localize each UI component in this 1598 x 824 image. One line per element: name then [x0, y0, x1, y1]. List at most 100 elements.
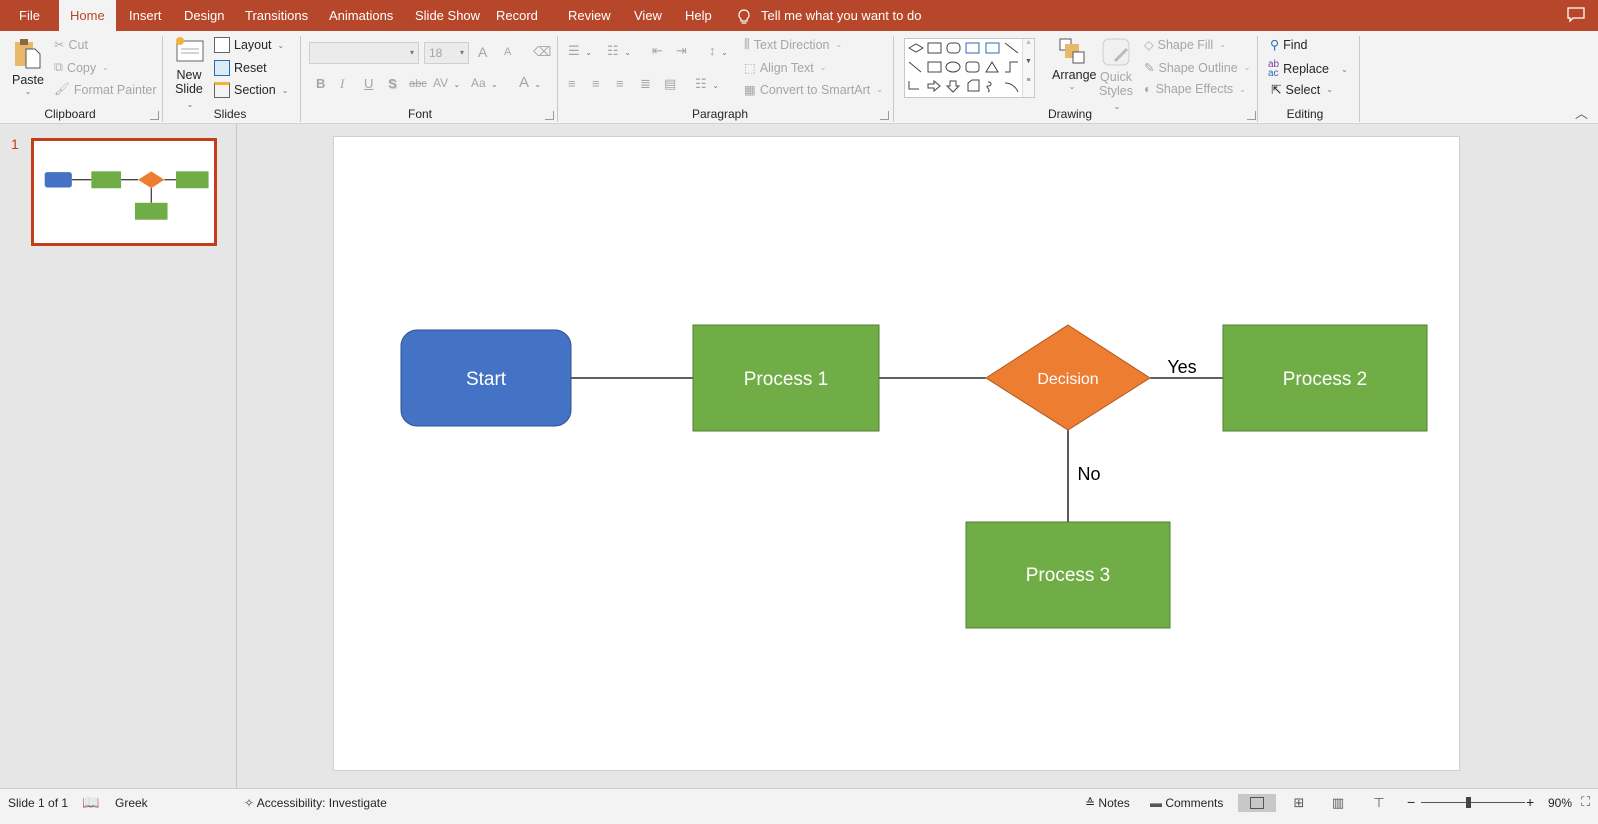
- arrange-button[interactable]: Arrange ⌄: [1052, 37, 1096, 91]
- cut-button[interactable]: ✂ Cut: [54, 37, 88, 53]
- font-size-dropdown[interactable]: 18 ▾: [424, 42, 469, 64]
- paste-button[interactable]: Paste ⌄: [12, 37, 44, 99]
- slide-thumbnail[interactable]: [31, 138, 217, 246]
- fit-to-window-icon[interactable]: ⛶: [1581, 794, 1590, 810]
- strikethrough-button[interactable]: abc: [409, 78, 427, 90]
- collapse-ribbon-icon[interactable]: ︿: [1575, 103, 1588, 122]
- shape-effects-button[interactable]: ◐ Shape Effects ⌄: [1144, 82, 1246, 96]
- distributed-button[interactable]: ▤: [664, 76, 676, 92]
- process1-shape[interactable]: Process 1: [692, 324, 880, 432]
- slide-show-button[interactable]: ⊤: [1360, 794, 1398, 812]
- tab-help[interactable]: Help: [674, 0, 723, 31]
- align-center-button[interactable]: ≡: [592, 76, 600, 91]
- increase-font-size-button[interactable]: A: [478, 44, 487, 60]
- decrease-indent-button[interactable]: ⇤: [652, 43, 663, 59]
- new-slide-icon: [176, 37, 204, 62]
- slide-show-icon: ⊤: [1373, 795, 1385, 810]
- align-left-button[interactable]: ≡: [568, 76, 576, 91]
- section-icon: [214, 82, 230, 98]
- columns-button[interactable]: ☷ ⌄: [695, 76, 719, 92]
- zoom-in-button[interactable]: +: [1526, 794, 1534, 810]
- format-painter-label: Format Painter: [73, 82, 157, 97]
- shapes-gallery[interactable]: ▲ ▼ ≡: [904, 38, 1035, 98]
- tell-me-search[interactable]: Tell me what you want to do: [737, 0, 921, 31]
- section-button[interactable]: Section ⌄: [214, 82, 288, 98]
- tab-animations[interactable]: Animations: [318, 0, 404, 31]
- change-case-button[interactable]: Aa ⌄: [471, 76, 498, 90]
- tab-slide-show[interactable]: Slide Show: [404, 0, 491, 31]
- language-indicator[interactable]: Greek: [115, 796, 148, 810]
- tab-insert[interactable]: Insert: [118, 0, 173, 31]
- text-direction-button[interactable]: ⫼ Text Direction ⌄: [744, 37, 842, 52]
- zoom-slider-thumb[interactable]: [1465, 797, 1471, 808]
- align-right-button[interactable]: ≡: [616, 76, 624, 91]
- select-button[interactable]: ⇱ Select ⌄: [1271, 82, 1333, 98]
- shape-outline-button[interactable]: ✎ Shape Outline ⌄: [1144, 60, 1250, 76]
- font-color-button[interactable]: A ⌄: [519, 74, 541, 91]
- accessibility-button[interactable]: ✧ Accessibility: Investigate: [244, 796, 387, 810]
- align-text-icon: ⬚: [744, 61, 756, 75]
- tab-view[interactable]: View: [623, 0, 673, 31]
- line-spacing-button[interactable]: ↕ ⌄: [709, 43, 728, 58]
- new-slide-button[interactable]: New Slide ⌄: [170, 35, 208, 112]
- yes-label[interactable]: Yes: [1167, 357, 1196, 377]
- clipboard-dialog-launcher[interactable]: [150, 111, 159, 120]
- normal-view-button[interactable]: [1238, 794, 1276, 812]
- tab-transitions[interactable]: Transitions: [234, 0, 319, 31]
- tab-record[interactable]: Record: [485, 0, 549, 31]
- zoom-out-button[interactable]: −: [1407, 794, 1415, 810]
- decrease-font-size-button[interactable]: A: [504, 46, 511, 58]
- drawing-dialog-launcher[interactable]: [1247, 111, 1256, 120]
- layout-button[interactable]: Layout ⌄: [214, 37, 284, 53]
- group-separator: [162, 36, 163, 122]
- justify-button[interactable]: ≣: [640, 76, 651, 92]
- paste-label: Paste: [12, 73, 44, 87]
- find-button[interactable]: ⚲ Find: [1270, 37, 1307, 53]
- copy-button[interactable]: ⧉ Copy ⌄: [54, 60, 109, 75]
- slide-editing-canvas: Start Process 1 Decision Process 2 Proce…: [238, 124, 1598, 788]
- slide[interactable]: Start Process 1 Decision Process 2 Proce…: [333, 136, 1460, 771]
- align-text-button[interactable]: ⬚ Align Text ⌄: [744, 60, 826, 76]
- paragraph-dialog-launcher[interactable]: [880, 111, 889, 120]
- notes-button[interactable]: ≙ Notes: [1085, 796, 1130, 810]
- italic-button[interactable]: I: [340, 76, 344, 92]
- paint-bucket-icon: ◇: [1144, 38, 1154, 52]
- process2-shape[interactable]: Process 2: [1222, 324, 1428, 432]
- decision-shape[interactable]: Decision: [985, 324, 1151, 431]
- text-direction-icon: ⫼: [744, 37, 750, 51]
- underline-button[interactable]: U: [364, 76, 373, 91]
- zoom-slider-track[interactable]: [1421, 802, 1525, 803]
- tab-file[interactable]: File: [8, 0, 51, 31]
- shape-fill-button[interactable]: ◇ Shape Fill ⌄: [1144, 37, 1226, 53]
- reset-button[interactable]: Reset: [214, 60, 267, 76]
- no-label[interactable]: No: [1077, 464, 1100, 484]
- clear-formatting-icon[interactable]: ⌫: [533, 44, 551, 60]
- font-name-dropdown[interactable]: ▾: [309, 42, 419, 64]
- slide-sorter-view-button[interactable]: ⊞: [1280, 794, 1318, 812]
- reading-view-button[interactable]: ▥: [1319, 794, 1357, 812]
- tab-home[interactable]: Home: [59, 0, 116, 31]
- increase-indent-button[interactable]: ⇥: [676, 43, 687, 59]
- comments-button[interactable]: ▬ Comments: [1150, 796, 1223, 810]
- convert-smartart-button[interactable]: ▦ Convert to SmartArt ⌄: [744, 82, 883, 98]
- slide-sorter-icon: ⊞: [1293, 795, 1305, 810]
- format-painter-button[interactable]: 🖌 Format Painter: [54, 82, 157, 97]
- tab-review[interactable]: Review: [557, 0, 622, 31]
- character-spacing-button[interactable]: AV ⌄: [433, 76, 460, 90]
- font-dialog-launcher[interactable]: [545, 111, 554, 120]
- group-separator: [300, 36, 301, 122]
- quick-styles-button[interactable]: Quick Styles ⌄: [1096, 37, 1136, 114]
- replace-button[interactable]: ab ac Replace ⌄: [1268, 60, 1348, 79]
- text-shadow-button[interactable]: S: [388, 76, 397, 91]
- numbering-button[interactable]: ☷ ⌄: [607, 43, 631, 59]
- bullets-button[interactable]: ☰ ⌄: [568, 43, 592, 59]
- zoom-level[interactable]: 90%: [1548, 796, 1572, 810]
- bold-button[interactable]: B: [316, 76, 325, 91]
- tab-design[interactable]: Design: [173, 0, 235, 31]
- process3-shape[interactable]: Process 3: [965, 521, 1171, 629]
- comments-icon[interactable]: [1567, 7, 1585, 23]
- spelling-check-icon[interactable]: 📖: [82, 794, 99, 811]
- pencil-icon: ✎: [1144, 61, 1155, 75]
- start-shape[interactable]: Start: [400, 329, 572, 427]
- gallery-scroll[interactable]: ▲ ▼ ≡: [1022, 39, 1034, 97]
